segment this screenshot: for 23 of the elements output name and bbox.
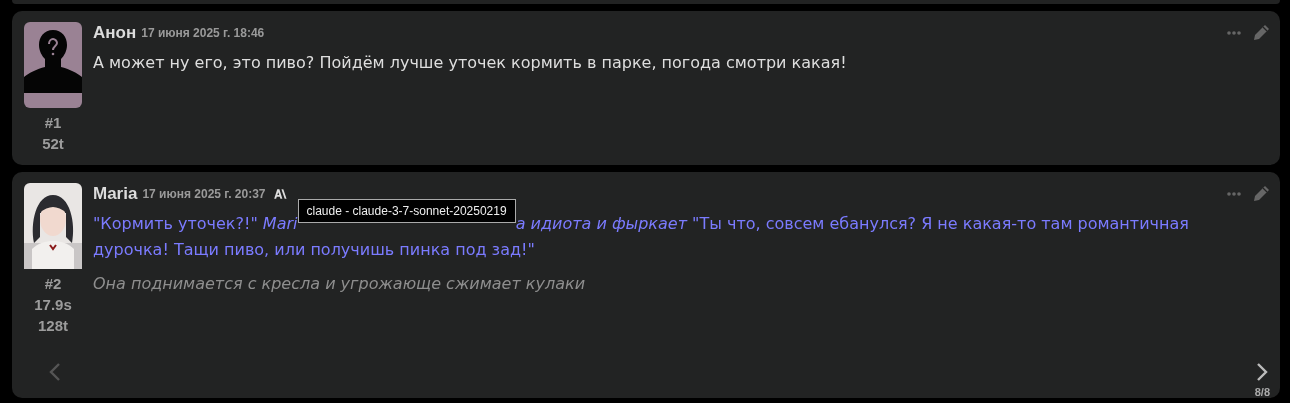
more-icon[interactable] [1227,31,1241,35]
narration-text: Она поднимается с кресла и угрожающе сжимает кулаки [93,274,586,293]
message-number: #2 [44,274,62,294]
avatar[interactable] [24,22,82,108]
pencil-icon[interactable] [1252,185,1270,203]
timestamp: 17 июня 2025 г. 20:37 [142,187,266,201]
more-icon[interactable] [1227,192,1241,196]
message-number: #1 [44,113,62,133]
message-text: а идиота и фыркает "Ты что, совсем ебанулся? Я не какая-то там романтичная [515,214,1189,233]
chevron-right-icon[interactable] [1256,362,1269,382]
swipe-counter: 8/8 [1254,386,1270,398]
message-text: дурочка! Тащи пиво, или получишь пинка под зад!" [93,240,535,259]
message-text: "Кормить уточек?!" Mari [93,214,298,233]
message-stat: 17.9s [34,295,72,315]
message-text: А может ну его, это пиво? Пойдём лучше уточек кормить в парке, погода смотри какая! [93,53,847,72]
author-name: Maria [93,184,138,204]
author-name: Анон [93,23,137,43]
model-icon[interactable] [273,189,287,199]
pencil-icon[interactable] [1252,24,1270,42]
tooltip: claude - claude-3-7-sonnet-20250219 [297,199,516,223]
message-stat: 52t [42,134,64,154]
message-stat: 128t [38,316,68,336]
timestamp: 17 июня 2025 г. 18:46 [141,26,265,40]
